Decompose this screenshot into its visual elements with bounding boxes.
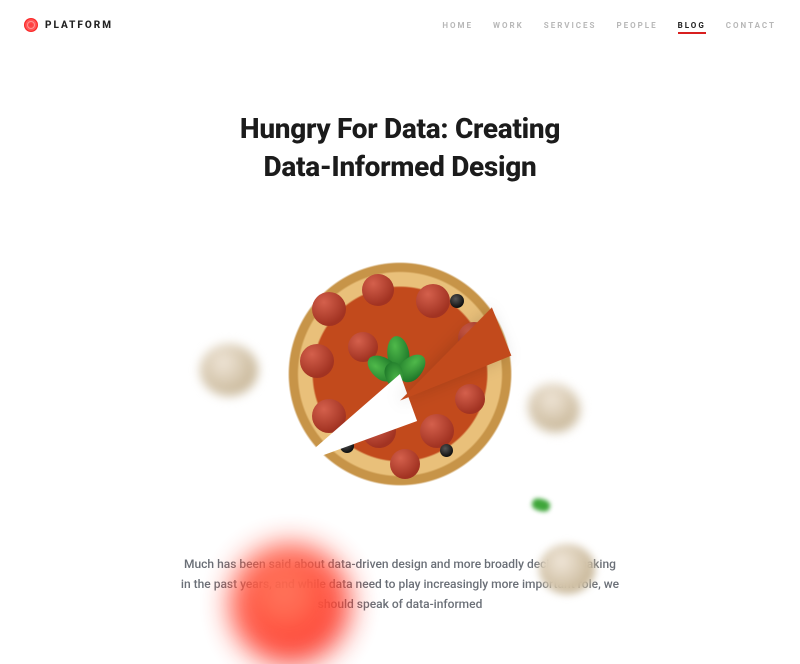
- brand-name: PLATFORM: [45, 20, 113, 31]
- herb-icon: [531, 496, 551, 512]
- brand[interactable]: PLATFORM: [24, 18, 113, 32]
- nav-blog[interactable]: BLOG: [678, 21, 706, 30]
- nav-contact[interactable]: CONTACT: [726, 21, 776, 30]
- nav-people[interactable]: PEOPLE: [616, 21, 657, 30]
- site-header: PLATFORM HOME WORK SERVICES PEOPLE BLOG …: [0, 0, 800, 50]
- mushroom-icon: [200, 344, 258, 396]
- title-line-1: Hungry For Data: Creating: [240, 112, 560, 145]
- nav-work[interactable]: WORK: [493, 21, 524, 30]
- mushroom-icon: [539, 544, 595, 594]
- nav-home[interactable]: HOME: [442, 21, 473, 30]
- mushroom-icon: [521, 376, 586, 439]
- nav-services[interactable]: SERVICES: [544, 21, 597, 30]
- page-title: Hungry For Data: Creating Data-Informed …: [0, 110, 800, 186]
- logo-icon: [24, 18, 38, 32]
- hero-image: [150, 204, 650, 544]
- tomato-icon: [230, 544, 350, 664]
- primary-nav: HOME WORK SERVICES PEOPLE BLOG CONTACT: [442, 21, 776, 30]
- title-line-2: Data-Informed Design: [264, 150, 537, 183]
- article: Hungry For Data: Creating Data-Informed …: [0, 50, 800, 615]
